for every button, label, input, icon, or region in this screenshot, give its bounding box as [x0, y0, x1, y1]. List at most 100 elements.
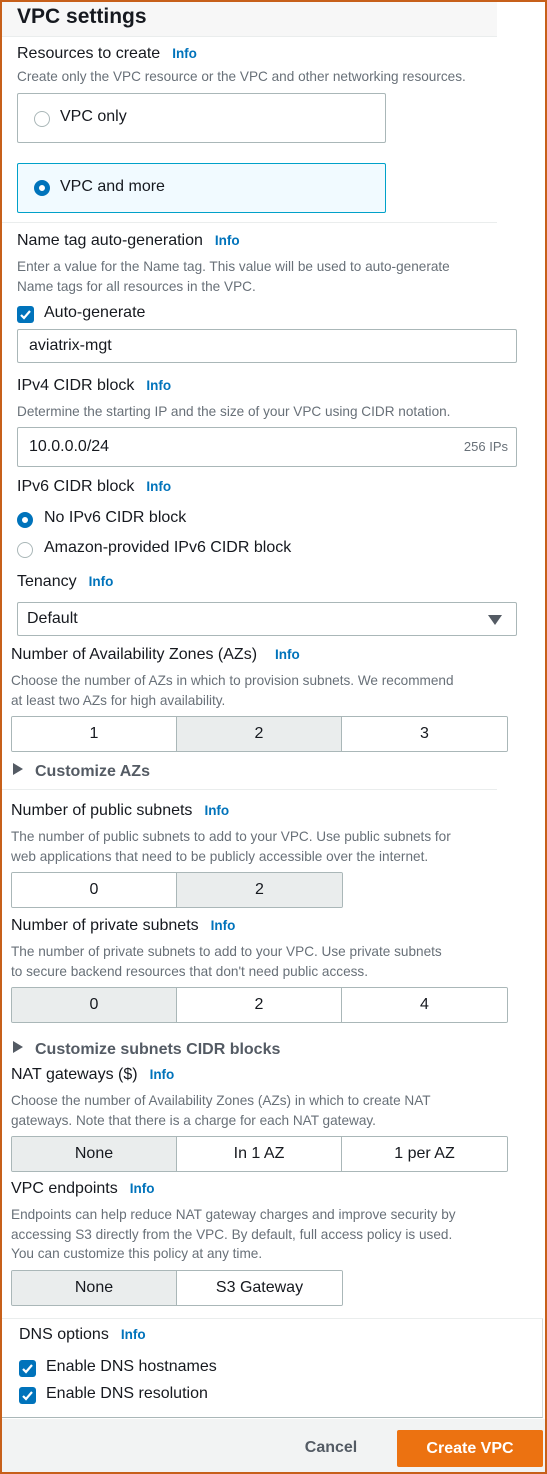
endpoints-description: Endpoints can help reduce NAT gateway ch…: [11, 1205, 456, 1264]
auto-generate-label: Auto-generate: [44, 304, 146, 321]
customize-subnets-expander[interactable]: Customize subnets CIDR blocks: [13, 1041, 280, 1059]
endpoints-description-line: You can customize this policy at any tim…: [11, 1246, 263, 1261]
private-subnets-option-0[interactable]: 0: [12, 988, 177, 1022]
public-subnets-description: The number of public subnets to add to y…: [11, 827, 451, 866]
ipv4-description: Determine the starting IP and the size o…: [17, 404, 451, 419]
radio-card-vpc-and-more[interactable]: VPC and more: [17, 163, 386, 213]
azs-option-1[interactable]: 1: [12, 717, 177, 751]
ipv6-label-text: IPv6 CIDR block: [17, 478, 135, 495]
azs-label-text: Number of Availability Zones (AZs): [11, 646, 258, 663]
ipv4-label: IPv4 CIDR block Info: [17, 377, 171, 395]
tenancy-label-text: Tenancy: [17, 573, 77, 590]
checkmark-icon: [22, 1391, 33, 1401]
public-subnets-option-2[interactable]: 2: [177, 873, 342, 907]
dns-hostnames-label: Enable DNS hostnames: [46, 1358, 217, 1375]
endpoints-label: VPC endpoints Info: [11, 1180, 154, 1198]
azs-description-line: at least two AZs for high availability.: [11, 692, 226, 708]
name-tag-input[interactable]: aviatrix-mgt: [17, 329, 517, 363]
radio-vpc-and-more[interactable]: [34, 180, 50, 196]
page-title: VPC settings: [17, 5, 147, 28]
resources-label: Resources to create Info: [17, 45, 197, 63]
public-subnets-option-0[interactable]: 0: [12, 873, 177, 907]
ipv6-label: IPv6 CIDR block Info: [17, 478, 171, 496]
tenancy-select[interactable]: Default: [17, 602, 517, 636]
private-subnets-label-text: Number of private subnets: [11, 917, 199, 934]
ipv4-cidr-value: 10.0.0.0/24: [29, 438, 110, 455]
endpoints-option-s3-gateway[interactable]: S3 Gateway: [177, 1271, 342, 1305]
public-subnets-description-line: web applications that need to be publicl…: [11, 848, 429, 864]
nat-description-line: Choose the number of Availability Zones …: [11, 1093, 431, 1108]
checkmark-icon: [20, 310, 31, 320]
nat-info-link[interactable]: Info: [150, 1067, 175, 1082]
endpoints-label-text: VPC endpoints: [11, 1180, 118, 1197]
public-subnets-description-line: The number of public subnets to add to y…: [11, 829, 451, 844]
nat-description: Choose the number of Availability Zones …: [11, 1091, 431, 1130]
private-subnets-option-2[interactable]: 2: [177, 988, 342, 1022]
checkmark-icon: [22, 1364, 33, 1374]
nat-option-1-per-az[interactable]: 1 per AZ: [342, 1137, 507, 1171]
nat-label-text: NAT gateways ($): [11, 1066, 138, 1083]
caret-down-icon: [488, 615, 502, 625]
resources-info-link[interactable]: Info: [172, 46, 197, 61]
name-tag-info-link[interactable]: Info: [215, 233, 240, 248]
azs-description: Choose the number of AZs in which to pro…: [11, 671, 454, 710]
public-subnets-label: Number of public subnets Info: [11, 802, 229, 820]
nat-option-in-1-az[interactable]: In 1 AZ: [177, 1137, 342, 1171]
customize-azs-expander[interactable]: Customize AZs: [13, 763, 150, 781]
nat-segmented-control: None In 1 AZ 1 per AZ: [11, 1136, 508, 1172]
name-tag-label-text: Name tag auto-generation: [17, 232, 203, 249]
nat-description-line: gateways. Note that there is a charge fo…: [11, 1112, 376, 1128]
name-tag-description-line: Name tags for all resources in the VPC.: [17, 278, 256, 294]
ipv4-ip-count: 256 IPs: [463, 439, 508, 454]
resources-label-text: Resources to create: [17, 45, 161, 62]
radio-amazon-ipv6[interactable]: [17, 542, 33, 558]
azs-info-link[interactable]: Info: [275, 647, 300, 662]
caret-right-icon: [13, 763, 23, 775]
dns-info-link[interactable]: Info: [121, 1327, 146, 1342]
azs-label: Number of Availability Zones (AZs) Info: [11, 646, 300, 664]
public-subnets-info-link[interactable]: Info: [204, 803, 229, 818]
endpoints-description-line: accessing S3 directly from the VPC. By d…: [11, 1226, 453, 1242]
endpoints-info-link[interactable]: Info: [130, 1181, 155, 1196]
private-subnets-info-link[interactable]: Info: [211, 918, 236, 933]
name-tag-description-line: Enter a value for the Name tag. This val…: [17, 259, 450, 274]
azs-segmented-control: 1 2 3: [11, 716, 508, 752]
dns-resolution-label: Enable DNS resolution: [46, 1385, 208, 1402]
ipv4-info-link[interactable]: Info: [146, 378, 171, 393]
azs-option-3[interactable]: 3: [342, 717, 507, 751]
tenancy-label: Tenancy Info: [17, 573, 113, 591]
radio-label-vpc-and-more: VPC and more: [60, 178, 165, 195]
endpoints-description-line: Endpoints can help reduce NAT gateway ch…: [11, 1207, 456, 1222]
divider: [2, 789, 497, 790]
public-subnets-label-text: Number of public subnets: [11, 802, 193, 819]
endpoints-option-none[interactable]: None: [12, 1271, 177, 1305]
customize-subnets-label: Customize subnets CIDR blocks: [35, 1041, 281, 1058]
caret-right-icon: [13, 1041, 23, 1053]
auto-generate-checkbox[interactable]: [17, 306, 34, 323]
radio-card-vpc-only[interactable]: VPC only: [17, 93, 386, 143]
azs-description-line: Choose the number of AZs in which to pro…: [11, 673, 454, 688]
private-subnets-description-line: The number of private subnets to add to …: [11, 944, 442, 959]
ipv4-label-text: IPv4 CIDR block: [17, 377, 135, 394]
public-subnets-segmented-control: 0 2: [11, 872, 343, 908]
private-subnets-label: Number of private subnets Info: [11, 917, 235, 935]
ipv6-info-link[interactable]: Info: [146, 479, 171, 494]
radio-no-ipv6[interactable]: [17, 512, 33, 528]
private-subnets-option-4[interactable]: 4: [342, 988, 507, 1022]
endpoints-segmented-control: None S3 Gateway: [11, 1270, 343, 1306]
dns-hostnames-checkbox[interactable]: [19, 1360, 36, 1377]
dns-resolution-checkbox[interactable]: [19, 1387, 36, 1404]
ipv4-cidr-input[interactable]: 10.0.0.0/24 256 IPs: [17, 427, 517, 467]
radio-vpc-only[interactable]: [34, 111, 50, 127]
dns-label: DNS options Info: [19, 1326, 146, 1344]
radio-label-amazon-ipv6: Amazon-provided IPv6 CIDR block: [44, 539, 292, 556]
tenancy-info-link[interactable]: Info: [89, 574, 114, 589]
dns-label-text: DNS options: [19, 1326, 109, 1343]
create-vpc-button[interactable]: Create VPC: [397, 1430, 543, 1467]
radio-label-vpc-only: VPC only: [60, 108, 127, 125]
customize-azs-label: Customize AZs: [35, 763, 150, 780]
azs-option-2[interactable]: 2: [177, 717, 342, 751]
private-subnets-description-line: to secure backend resources that don't n…: [11, 963, 369, 979]
cancel-button[interactable]: Cancel: [290, 1432, 372, 1464]
nat-option-none[interactable]: None: [12, 1137, 177, 1171]
